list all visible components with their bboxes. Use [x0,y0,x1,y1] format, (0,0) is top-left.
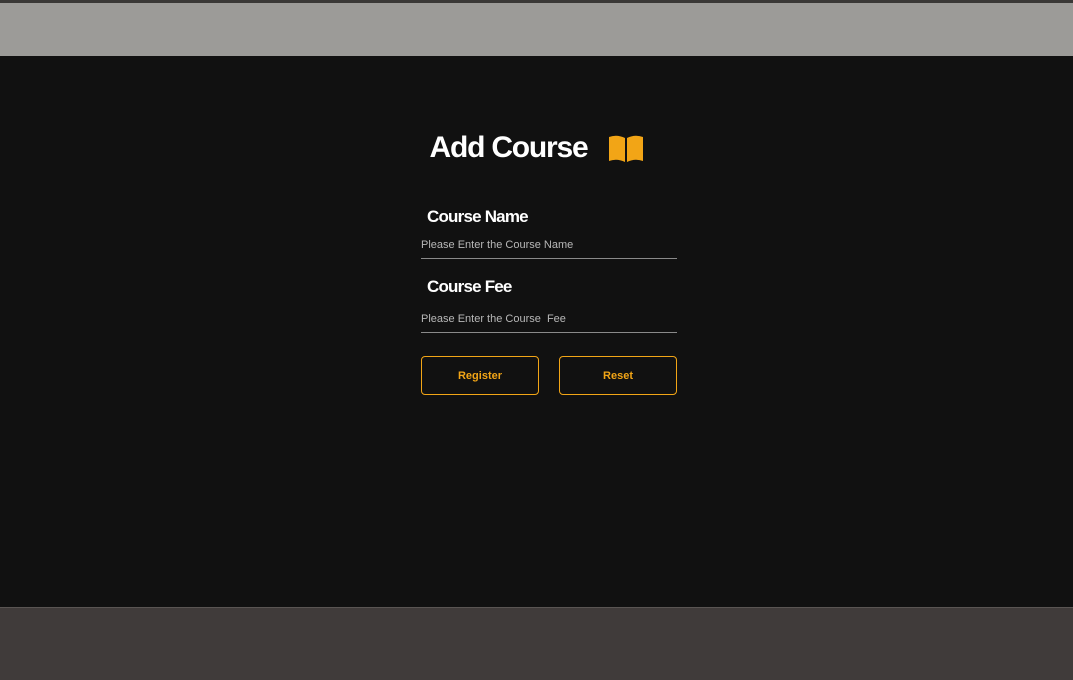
title-row: Add Course [0,128,1073,168]
footer-bar [0,607,1073,680]
header-bar [0,3,1073,56]
course-name-label: Course Name [427,207,529,226]
book-open-icon [608,133,644,163]
main-content: Add Course Course Name Course Fee Regist… [0,56,1073,607]
course-fee-label: Course Fee [427,277,512,296]
course-name-input[interactable] [421,231,677,259]
course-fee-input[interactable] [421,305,677,333]
reset-button[interactable]: Reset [559,356,677,395]
page-title: Add Course [429,131,588,164]
register-button[interactable]: Register [421,356,539,395]
